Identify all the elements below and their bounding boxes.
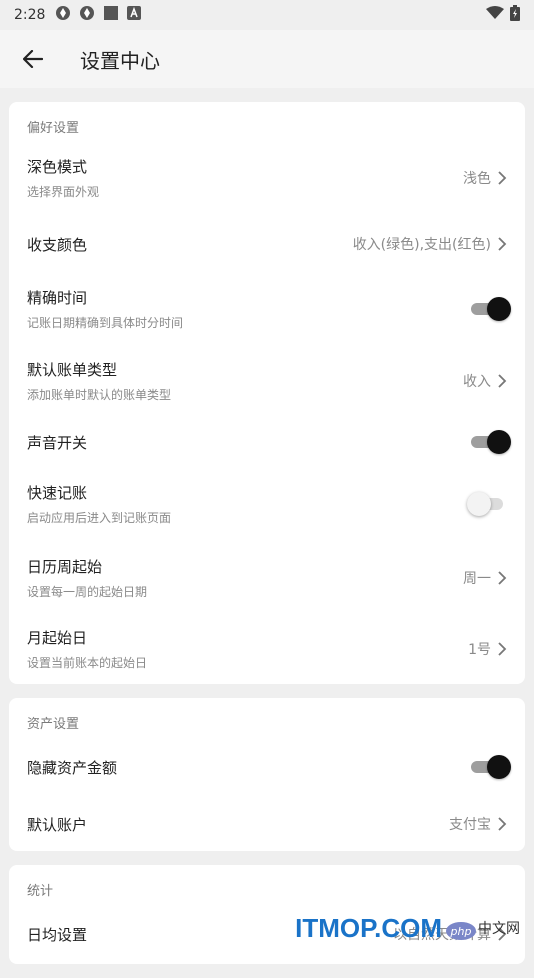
row-text: 深色模式 选择界面外观 bbox=[27, 156, 463, 200]
setting-default-account[interactable]: 默认账户 支付宝 bbox=[9, 797, 525, 851]
value-text: 1号 bbox=[468, 642, 491, 658]
row-title: 快速记账 bbox=[27, 484, 88, 502]
setting-month-start[interactable]: 月起始日 设置当前账本的起始日 1号 bbox=[9, 614, 525, 684]
chevron-right-icon bbox=[498, 237, 507, 251]
status-left: 2:28 bbox=[14, 5, 142, 25]
row-text: 快速记账 启动应用后进入到记账页面 bbox=[27, 482, 469, 526]
chevron-right-icon bbox=[498, 817, 507, 831]
row-value: 收入 bbox=[463, 371, 507, 391]
setting-precise-time: 精确时间 记账日期精确到具体时分时间 bbox=[9, 274, 525, 344]
chevron-right-icon bbox=[498, 373, 507, 388]
toggle-thumb bbox=[467, 492, 491, 516]
arrow-left-icon bbox=[23, 50, 43, 68]
notification-square-icon bbox=[103, 5, 119, 25]
value-text: 周一 bbox=[463, 570, 491, 587]
row-value: 浅色 bbox=[463, 168, 507, 188]
value-text: 收入 bbox=[463, 373, 491, 390]
value-text: 支付宝 bbox=[449, 817, 491, 833]
setting-sound: 声音开关 bbox=[9, 417, 525, 467]
setting-default-bill-type[interactable]: 默认账单类型 添加账单时默认的账单类型 收入 bbox=[9, 344, 525, 417]
toggle-thumb bbox=[487, 430, 511, 454]
row-subtitle: 启动应用后进入到记账页面 bbox=[27, 511, 172, 525]
row-title: 默认账单类型 bbox=[27, 360, 118, 379]
wifi-icon bbox=[486, 6, 504, 24]
row-subtitle: 记账日期精确到具体时分时间 bbox=[27, 316, 184, 330]
value-text: 浅色 bbox=[463, 170, 491, 187]
row-title: 收支颜色 bbox=[27, 235, 88, 254]
sound-toggle[interactable] bbox=[469, 430, 511, 454]
row-subtitle: 添加账单时默认的账单类型 bbox=[27, 387, 172, 402]
section-preferences: 偏好设置 深色模式 选择界面外观 浅色 收支颜色 收入(绿色),支出(红色) 精… bbox=[9, 102, 525, 684]
row-text: 月起始日 设置当前账本的起始日 bbox=[27, 627, 468, 671]
section-title: 偏好设置 bbox=[27, 121, 80, 136]
setting-hide-asset-amount: 隐藏资产金额 bbox=[9, 737, 525, 797]
battery-icon bbox=[510, 5, 520, 25]
notification-icon bbox=[55, 5, 71, 25]
row-text: 默认账户 bbox=[27, 814, 449, 835]
row-title: 月起始日 bbox=[27, 629, 88, 647]
row-text: 默认账单类型 添加账单时默认的账单类型 bbox=[27, 359, 463, 403]
watermark-badge: php bbox=[446, 922, 476, 940]
notification-icon bbox=[79, 5, 95, 25]
precise-time-toggle[interactable] bbox=[469, 297, 511, 321]
status-time: 2:28 bbox=[14, 7, 46, 23]
back-button[interactable] bbox=[18, 44, 48, 74]
section-title: 统计 bbox=[27, 884, 54, 899]
app-bar: 设置中心 bbox=[0, 30, 534, 88]
row-value: 周一 bbox=[463, 568, 507, 588]
setting-dark-mode[interactable]: 深色模式 选择界面外观 浅色 bbox=[9, 141, 525, 214]
row-text: 日历周起始 设置每一周的起始日期 bbox=[27, 556, 463, 600]
status-bar: 2:28 bbox=[0, 0, 534, 30]
row-text: 收支颜色 bbox=[27, 234, 353, 255]
row-title: 日历周起始 bbox=[27, 557, 103, 576]
row-value: 收入(绿色),支出(红色) bbox=[353, 234, 507, 254]
row-title: 隐藏资产金额 bbox=[27, 758, 118, 777]
setting-income-expense-color[interactable]: 收支颜色 收入(绿色),支出(红色) bbox=[9, 214, 525, 274]
watermark-text: ITMOP.COM bbox=[295, 913, 442, 943]
row-title: 声音开关 bbox=[27, 433, 88, 452]
settings-content: 偏好设置 深色模式 选择界面外观 浅色 收支颜色 收入(绿色),支出(红色) 精… bbox=[9, 102, 525, 978]
row-subtitle: 设置当前账本的起始日 bbox=[27, 656, 148, 670]
row-title: 精确时间 bbox=[27, 289, 88, 307]
section-title: 资产设置 bbox=[27, 717, 80, 732]
row-text: 声音开关 bbox=[27, 432, 469, 453]
value-text: 收入(绿色),支出(红色) bbox=[352, 237, 491, 253]
row-text: 隐藏资产金额 bbox=[27, 757, 469, 778]
chevron-right-icon bbox=[498, 170, 507, 185]
row-subtitle: 选择界面外观 bbox=[27, 184, 100, 199]
hide-asset-toggle[interactable] bbox=[469, 755, 511, 779]
chevron-right-icon bbox=[498, 642, 507, 656]
setting-quick-record: 快速记账 启动应用后进入到记账页面 bbox=[9, 467, 525, 541]
notification-a-icon bbox=[127, 6, 142, 24]
row-title: 深色模式 bbox=[27, 157, 88, 176]
toggle-thumb bbox=[487, 297, 511, 321]
row-value: 1号 bbox=[468, 639, 507, 659]
watermark-cn: 中文网 bbox=[478, 921, 520, 937]
row-value: 支付宝 bbox=[449, 814, 507, 834]
row-title: 默认账户 bbox=[27, 815, 88, 834]
chevron-right-icon bbox=[498, 570, 507, 585]
section-assets: 资产设置 隐藏资产金额 默认账户 支付宝 bbox=[9, 698, 525, 851]
quick-record-toggle[interactable] bbox=[467, 492, 509, 516]
setting-week-start[interactable]: 日历周起始 设置每一周的起始日期 周一 bbox=[9, 541, 525, 614]
watermark: ITMOP.COM php 中文网 bbox=[295, 913, 520, 944]
row-text: 精确时间 记账日期精确到具体时分时间 bbox=[27, 287, 469, 331]
row-subtitle: 设置每一周的起始日期 bbox=[27, 584, 148, 599]
status-right bbox=[486, 5, 520, 25]
page-title: 设置中心 bbox=[80, 48, 160, 73]
toggle-thumb bbox=[487, 755, 511, 779]
